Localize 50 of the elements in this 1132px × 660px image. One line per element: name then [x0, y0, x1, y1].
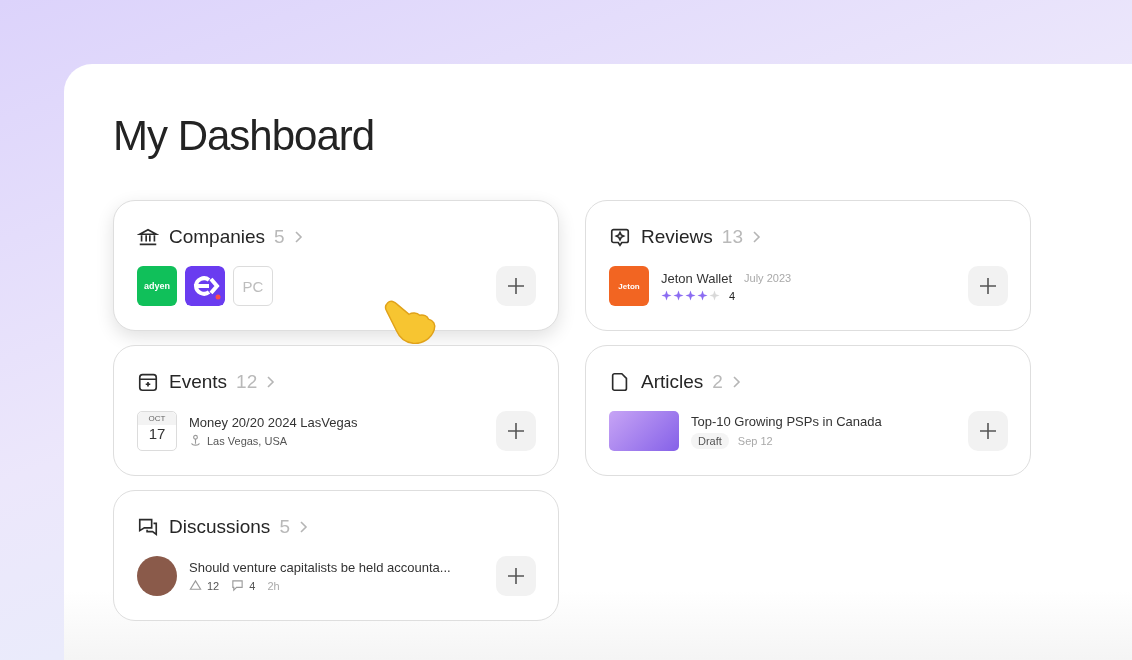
company-logo[interactable] [185, 266, 225, 306]
star-icon [697, 290, 708, 301]
location-pin-icon [189, 434, 202, 447]
article-date: Sep 12 [737, 434, 773, 447]
company-logo: Jeton [609, 266, 649, 306]
post-age: 2h [267, 579, 280, 592]
plus-icon [506, 276, 526, 296]
plus-icon [506, 566, 526, 586]
section-count: 13 [721, 226, 743, 248]
star-icon [709, 290, 720, 301]
add-button[interactable] [968, 411, 1008, 451]
section-title[interactable]: Discussions [169, 516, 271, 538]
section-count: 5 [279, 516, 290, 538]
add-button[interactable] [968, 266, 1008, 306]
comment-count: 4 [249, 579, 256, 592]
section-title[interactable]: Reviews [641, 226, 713, 248]
section-title[interactable]: Articles [641, 371, 704, 393]
star-icon [685, 290, 696, 301]
add-button[interactable] [496, 411, 536, 451]
section-title[interactable]: Companies [169, 226, 266, 248]
avatar [137, 556, 177, 596]
date-badge: OCT 17 [137, 411, 177, 451]
page-title: My Dashboard [113, 111, 376, 161]
event-location: Las Vegas, USA [207, 434, 288, 447]
event-name[interactable]: Money 20/20 2024 LasVegas [189, 415, 358, 430]
status-tag: Draft [691, 432, 729, 449]
discussion-title[interactable]: Should venture capitalists be held accounta... [189, 560, 451, 575]
section-count: 5 [274, 226, 285, 248]
upvote-icon[interactable] [189, 579, 202, 592]
star-icon [661, 290, 672, 301]
comment-icon [231, 579, 245, 592]
review-company[interactable]: Jeton Wallet [661, 270, 733, 286]
plus-icon [978, 276, 998, 296]
section-count: 12 [236, 371, 258, 393]
rating-value: 4 [729, 289, 736, 302]
section-title[interactable]: Events [169, 371, 228, 393]
review-bubble-icon [609, 226, 631, 248]
article-thumbnail [609, 411, 679, 451]
section-count: 2 [712, 371, 723, 393]
plus-icon [506, 421, 526, 441]
chat-bubbles-icon [137, 516, 159, 538]
article-title[interactable]: Top-10 Growing PSPs in Canada [691, 413, 882, 429]
calendar-icon [137, 371, 159, 393]
review-date: July 2023 [744, 272, 792, 284]
add-button[interactable] [496, 556, 536, 596]
star-icon [673, 290, 684, 301]
vote-count: 12 [207, 579, 220, 592]
add-button[interactable] [496, 266, 536, 306]
plus-icon [978, 421, 998, 441]
bank-icon [137, 226, 159, 248]
